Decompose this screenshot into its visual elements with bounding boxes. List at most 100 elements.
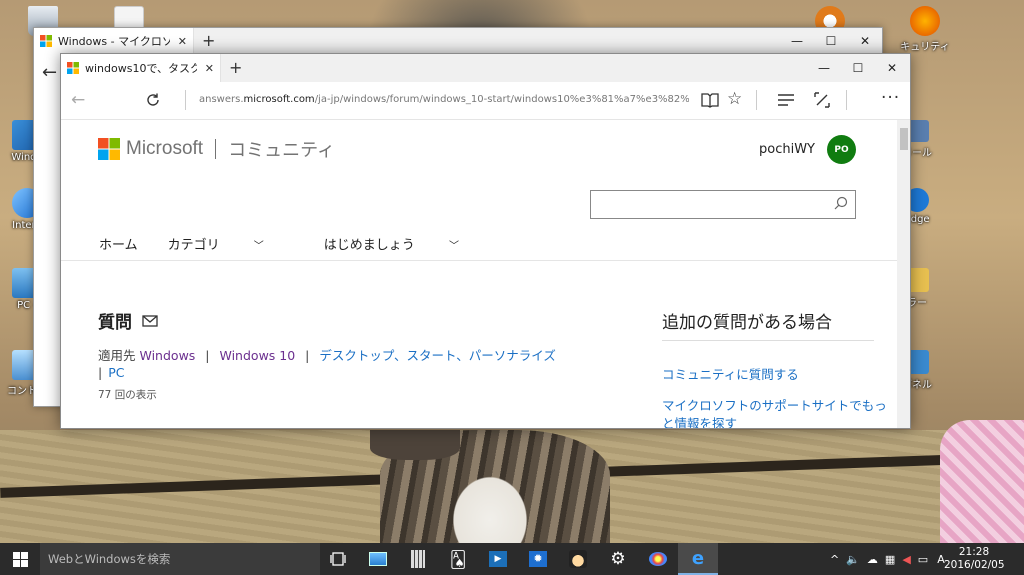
clock-time: 21:28: [958, 546, 990, 558]
refresh-icon[interactable]: [145, 92, 161, 108]
link-ask-community[interactable]: コミュニティに質問する: [662, 366, 892, 384]
tab-question[interactable]: windows10で、タスクバーの ✕: [61, 54, 221, 82]
tab-close-icon[interactable]: ✕: [178, 35, 187, 48]
chevron-down-icon: ﹀: [448, 241, 459, 252]
security-icon: [910, 6, 940, 36]
sidebar-title: 追加の質問がある場合: [662, 313, 832, 333]
hub-icon[interactable]: [777, 93, 795, 107]
close-button[interactable]: ✕: [848, 28, 882, 54]
applies-link-pc[interactable]: PC: [108, 365, 124, 380]
minimize-button[interactable]: —: [807, 54, 841, 82]
taskbar-app-solitaire[interactable]: 🂡: [438, 543, 478, 575]
microsoft-logo-icon: [67, 62, 79, 74]
maximize-button[interactable]: ☐: [814, 28, 848, 54]
more-actions-icon[interactable]: ···: [881, 88, 900, 108]
volume-icon[interactable]: 🔈: [846, 553, 860, 566]
web-page: Microsoft コミュニティ pochiWY PO ホーム カテゴリ ﹀ は…: [61, 120, 898, 428]
applies-to: 適用先 Windows | Windows 10 | デスクトップ、スタート、パ…: [98, 345, 556, 364]
chevron-up-icon[interactable]: ^: [830, 553, 839, 566]
reading-view-icon[interactable]: [701, 92, 719, 108]
taskbar-app-calculator[interactable]: [398, 543, 438, 575]
applies-prefix: 適用先: [98, 348, 136, 363]
mail-icon[interactable]: [142, 314, 158, 327]
new-tab-icon[interactable]: +: [202, 31, 215, 50]
community-label: コミュニティ: [228, 140, 335, 161]
taskbar-app-paint[interactable]: [638, 543, 678, 575]
nav-home[interactable]: ホーム: [99, 234, 138, 253]
cat: [370, 430, 610, 543]
user-menu[interactable]: pochiWY PO: [759, 135, 856, 164]
weather-icon: ✹: [529, 551, 547, 567]
nav-get-started[interactable]: はじめましょう ﹀: [324, 234, 489, 253]
applies-link-desktop[interactable]: デスクトップ、スタート、パーソナライズ: [319, 348, 556, 363]
window-controls: — ☐ ✕: [807, 54, 909, 82]
character-icon: [569, 550, 587, 568]
favorite-star-icon[interactable]: ☆: [727, 89, 742, 109]
paint-icon: [649, 552, 667, 566]
brand-header[interactable]: Microsoft コミュニティ: [98, 136, 335, 162]
task-view-icon: [330, 552, 346, 566]
taskbar-app-settings[interactable]: ⚙: [598, 543, 638, 575]
separator: |: [205, 348, 210, 363]
tab-close-icon[interactable]: ✕: [205, 62, 214, 75]
microsoft-logo-icon: [40, 35, 52, 47]
microsoft-logo-icon: [98, 138, 120, 160]
network-icon[interactable]: ▦: [885, 553, 895, 566]
task-view-button[interactable]: [318, 543, 358, 575]
brand-name: Microsoft: [126, 138, 204, 159]
tab-windows-community[interactable]: Windows - マイクロソフト コ ✕: [34, 28, 194, 54]
clock[interactable]: 21:28 2016/02/05: [944, 546, 1005, 572]
search-icon[interactable]: [834, 196, 848, 210]
tab-bar: Windows - マイクロソフト コ ✕ + — ☐ ✕: [34, 28, 882, 54]
start-button[interactable]: [0, 543, 40, 575]
url-field[interactable]: answers.microsoft.com/ja-jp/windows/foru…: [199, 94, 689, 105]
link-support-site[interactable]: マイクロソフトのサポートサイトでもっと情報を探す: [662, 397, 892, 428]
notification-icon[interactable]: ▭: [918, 553, 928, 566]
windows-logo-icon: [12, 551, 28, 567]
main-nav: ホーム カテゴリ ﹀ はじめましょう ﹀: [99, 234, 519, 253]
url-path: /ja-jp/windows/forum/windows_10-start/wi…: [314, 94, 689, 105]
search-input[interactable]: [590, 190, 856, 219]
cards-icon: 🂡: [449, 549, 467, 569]
taskbar-app-character[interactable]: [558, 543, 598, 575]
taskbar-app-edge[interactable]: e: [678, 543, 718, 575]
toolbar-separator: [846, 90, 847, 110]
applies-to-row2: | PC: [98, 365, 125, 380]
browser-window-front[interactable]: windows10で、タスクバーの ✕ + — ☐ ✕ ← answers.mi…: [60, 53, 911, 429]
applies-link-windows10[interactable]: Windows 10: [220, 348, 296, 363]
taskbar-app-weather[interactable]: ✹: [518, 543, 558, 575]
tab-title: Windows - マイクロソフト コ: [58, 35, 170, 48]
nav-category-label: カテゴリ: [167, 238, 220, 253]
tab-bar: windows10で、タスクバーの ✕ + — ☐ ✕: [61, 54, 910, 82]
back-arrow-icon[interactable]: ←: [42, 62, 57, 83]
toolbar-separator: [756, 90, 757, 110]
scrollbar[interactable]: [897, 120, 910, 428]
new-tab-icon[interactable]: +: [229, 58, 242, 77]
taskbar-search-input[interactable]: WebとWindowsを検索: [40, 543, 320, 575]
speaker-muted-icon[interactable]: ◀: [902, 553, 910, 566]
back-arrow-icon[interactable]: ←: [71, 90, 85, 110]
tab-title: windows10で、タスクバーの: [85, 62, 197, 75]
calculator-icon: [411, 550, 425, 568]
close-button[interactable]: ✕: [875, 54, 909, 82]
header-divider: [61, 260, 898, 261]
web-note-icon[interactable]: [813, 91, 831, 109]
pink-cushion: [940, 420, 1024, 543]
applies-link-windows[interactable]: Windows: [140, 348, 196, 363]
window-controls: — ☐ ✕: [780, 28, 882, 54]
question-title: 質問: [98, 313, 132, 333]
nav-get-started-label: はじめましょう: [323, 238, 415, 253]
maximize-button[interactable]: ☐: [841, 54, 875, 82]
scrollbar-thumb[interactable]: [900, 128, 908, 150]
minimize-button[interactable]: —: [780, 28, 814, 54]
taskbar: WebとWindowsを検索 🂡 ▶ ✹ ⚙ e ^ 🔈 ☁ ▦ ◀ ▭ A 2…: [0, 543, 1024, 575]
brand-divider: [215, 139, 217, 159]
nav-category[interactable]: カテゴリ ﹀: [168, 234, 294, 253]
system-tray: ^ 🔈 ☁ ▦ ◀ ▭ A: [830, 543, 945, 575]
taskbar-app-explorer[interactable]: [358, 543, 398, 575]
cloud-icon[interactable]: ☁: [867, 553, 878, 566]
taskbar-app-media[interactable]: ▶: [478, 543, 518, 575]
desktop-icon-security[interactable]: キュリティ: [890, 6, 960, 53]
question-heading: 質問: [98, 308, 158, 333]
gear-icon: ⚙: [610, 549, 626, 569]
